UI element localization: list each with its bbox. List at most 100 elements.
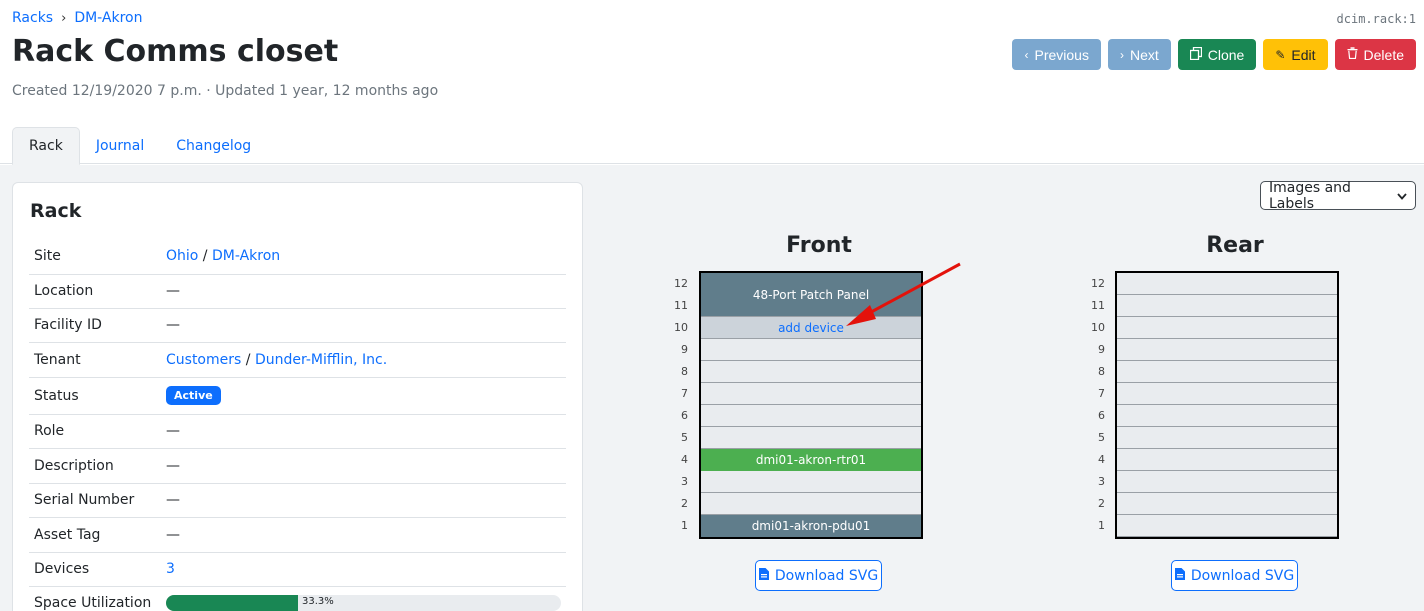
devices-count-link[interactable]: 3 <box>166 561 175 577</box>
unit-number: 1 <box>1098 519 1105 532</box>
rack-device-pdu[interactable]: dmi01-akron-pdu01 <box>701 515 921 537</box>
empty-rack-unit[interactable] <box>1117 449 1337 471</box>
role-value: — <box>161 414 566 449</box>
tenant-link[interactable]: Dunder-Mifflin, Inc. <box>255 352 387 368</box>
chevron-right-icon: › <box>61 10 67 26</box>
clone-button[interactable]: Clone <box>1177 39 1257 70</box>
unit-number: 7 <box>1098 387 1105 400</box>
table-row: Serial Number — <box>29 483 566 518</box>
front-download-svg-button[interactable]: Download SVG <box>755 560 882 591</box>
rack-view-selected: Images and Labels <box>1269 179 1351 212</box>
space-utilization-label: Space Utilization <box>29 586 161 611</box>
devices-label: Devices <box>29 552 161 587</box>
unit-number: 9 <box>681 343 688 356</box>
unit-number: 2 <box>681 497 688 510</box>
previous-label: Previous <box>1034 46 1089 63</box>
table-row: Space Utilization 33.3% <box>29 586 566 611</box>
rear-rack-elevation <box>1115 271 1339 539</box>
region-link[interactable]: Ohio <box>166 248 198 264</box>
file-icon <box>758 567 769 584</box>
site-link[interactable]: DM-Akron <box>212 248 280 264</box>
empty-rack-unit[interactable] <box>1117 405 1337 427</box>
empty-rack-unit[interactable] <box>1117 361 1337 383</box>
empty-rack-unit[interactable] <box>1117 383 1337 405</box>
breadcrumb: Racks › DM-Akron <box>12 10 143 26</box>
unit-number: 11 <box>674 299 688 312</box>
empty-rack-unit[interactable] <box>701 383 921 405</box>
chevron-left-icon: ‹ <box>1024 47 1029 62</box>
rear-download-svg-button[interactable]: Download SVG <box>1171 560 1298 591</box>
previous-button[interactable]: ‹ Previous <box>1012 39 1101 70</box>
empty-rack-unit[interactable] <box>701 339 921 361</box>
description-value: — <box>161 448 566 484</box>
table-row: Facility ID — <box>29 308 566 343</box>
unit-number: 8 <box>1098 365 1105 378</box>
status-badge: Active <box>166 386 221 405</box>
tab-changelog[interactable]: Changelog <box>160 127 267 165</box>
page-header: Racks › DM-Akron dcim.rack:1 Rack Comms … <box>0 0 1424 165</box>
unit-number: 6 <box>1098 409 1105 422</box>
empty-rack-unit[interactable] <box>1117 515 1337 537</box>
unit-number: 3 <box>1098 475 1105 488</box>
rack-device-router[interactable]: dmi01-akron-rtr01 <box>701 449 921 471</box>
delete-label: Delete <box>1363 46 1404 63</box>
rear-unit-numbers: 12 11 10 9 8 7 6 5 4 3 2 1 <box>1085 273 1105 537</box>
facility-id-label: Facility ID <box>29 308 161 343</box>
download-svg-label: Download SVG <box>774 567 879 584</box>
empty-rack-unit[interactable] <box>701 427 921 449</box>
empty-rack-unit[interactable] <box>701 405 921 427</box>
attributes-table: Site Ohio / DM-Akron Location — Facility… <box>29 238 566 611</box>
role-label: Role <box>29 414 161 449</box>
site-value: Ohio / DM-Akron <box>161 238 566 275</box>
object-identifier: dcim.rack:1 <box>1336 12 1416 26</box>
empty-rack-unit[interactable] <box>1117 295 1337 317</box>
facility-id-value: — <box>161 308 566 343</box>
card-title: Rack <box>30 200 82 222</box>
edit-button[interactable]: ✎ Edit <box>1263 39 1328 70</box>
empty-rack-unit[interactable] <box>1117 339 1337 361</box>
asset-tag-value: — <box>161 517 566 553</box>
breadcrumb-site-link[interactable]: DM-Akron <box>74 10 142 26</box>
unit-number: 4 <box>1098 453 1105 466</box>
clone-label: Clone <box>1207 46 1245 63</box>
empty-rack-unit[interactable] <box>1117 273 1337 295</box>
unit-number: 2 <box>1098 497 1105 510</box>
copy-icon <box>1189 46 1202 63</box>
breadcrumb-racks-link[interactable]: Racks <box>12 10 53 26</box>
next-button[interactable]: › Next <box>1107 39 1171 70</box>
file-icon <box>1174 567 1185 584</box>
empty-rack-unit[interactable] <box>1117 493 1337 515</box>
unit-number: 4 <box>681 453 688 466</box>
unit-number: 3 <box>681 475 688 488</box>
unit-number: 1 <box>681 519 688 532</box>
tab-journal[interactable]: Journal <box>80 127 160 165</box>
empty-rack-unit[interactable] <box>701 361 921 383</box>
tab-bar: Rack Journal Changelog <box>12 127 267 165</box>
next-label: Next <box>1129 46 1159 63</box>
rack-view-select[interactable]: Images and Labels <box>1260 179 1416 212</box>
tab-rack[interactable]: Rack <box>12 127 80 165</box>
download-svg-label: Download SVG <box>1190 567 1295 584</box>
chevron-right-icon: › <box>1119 47 1124 62</box>
table-row: Location — <box>29 274 566 309</box>
tenant-value: Customers / Dunder-Mifflin, Inc. <box>161 342 566 378</box>
empty-rack-unit[interactable] <box>701 493 921 515</box>
unit-number: 10 <box>674 321 688 334</box>
site-separator: / <box>198 247 212 264</box>
edit-label: Edit <box>1291 46 1316 63</box>
unit-number: 11 <box>1091 299 1105 312</box>
serial-number-value: — <box>161 483 566 518</box>
unit-number: 5 <box>1098 431 1105 444</box>
empty-rack-unit[interactable] <box>701 471 921 493</box>
delete-button[interactable]: Delete <box>1334 39 1416 70</box>
tenant-group-link[interactable]: Customers <box>166 352 241 368</box>
location-label: Location <box>29 274 161 309</box>
empty-rack-unit[interactable] <box>1117 471 1337 493</box>
chevron-down-icon <box>1397 188 1407 204</box>
unit-number: 10 <box>1091 321 1105 334</box>
empty-rack-unit[interactable] <box>1117 317 1337 339</box>
tenant-label: Tenant <box>29 342 161 378</box>
action-buttons: ‹ Previous › Next Clone ✎ Edit Delete <box>1012 39 1416 70</box>
unit-number: 8 <box>681 365 688 378</box>
empty-rack-unit[interactable] <box>1117 427 1337 449</box>
